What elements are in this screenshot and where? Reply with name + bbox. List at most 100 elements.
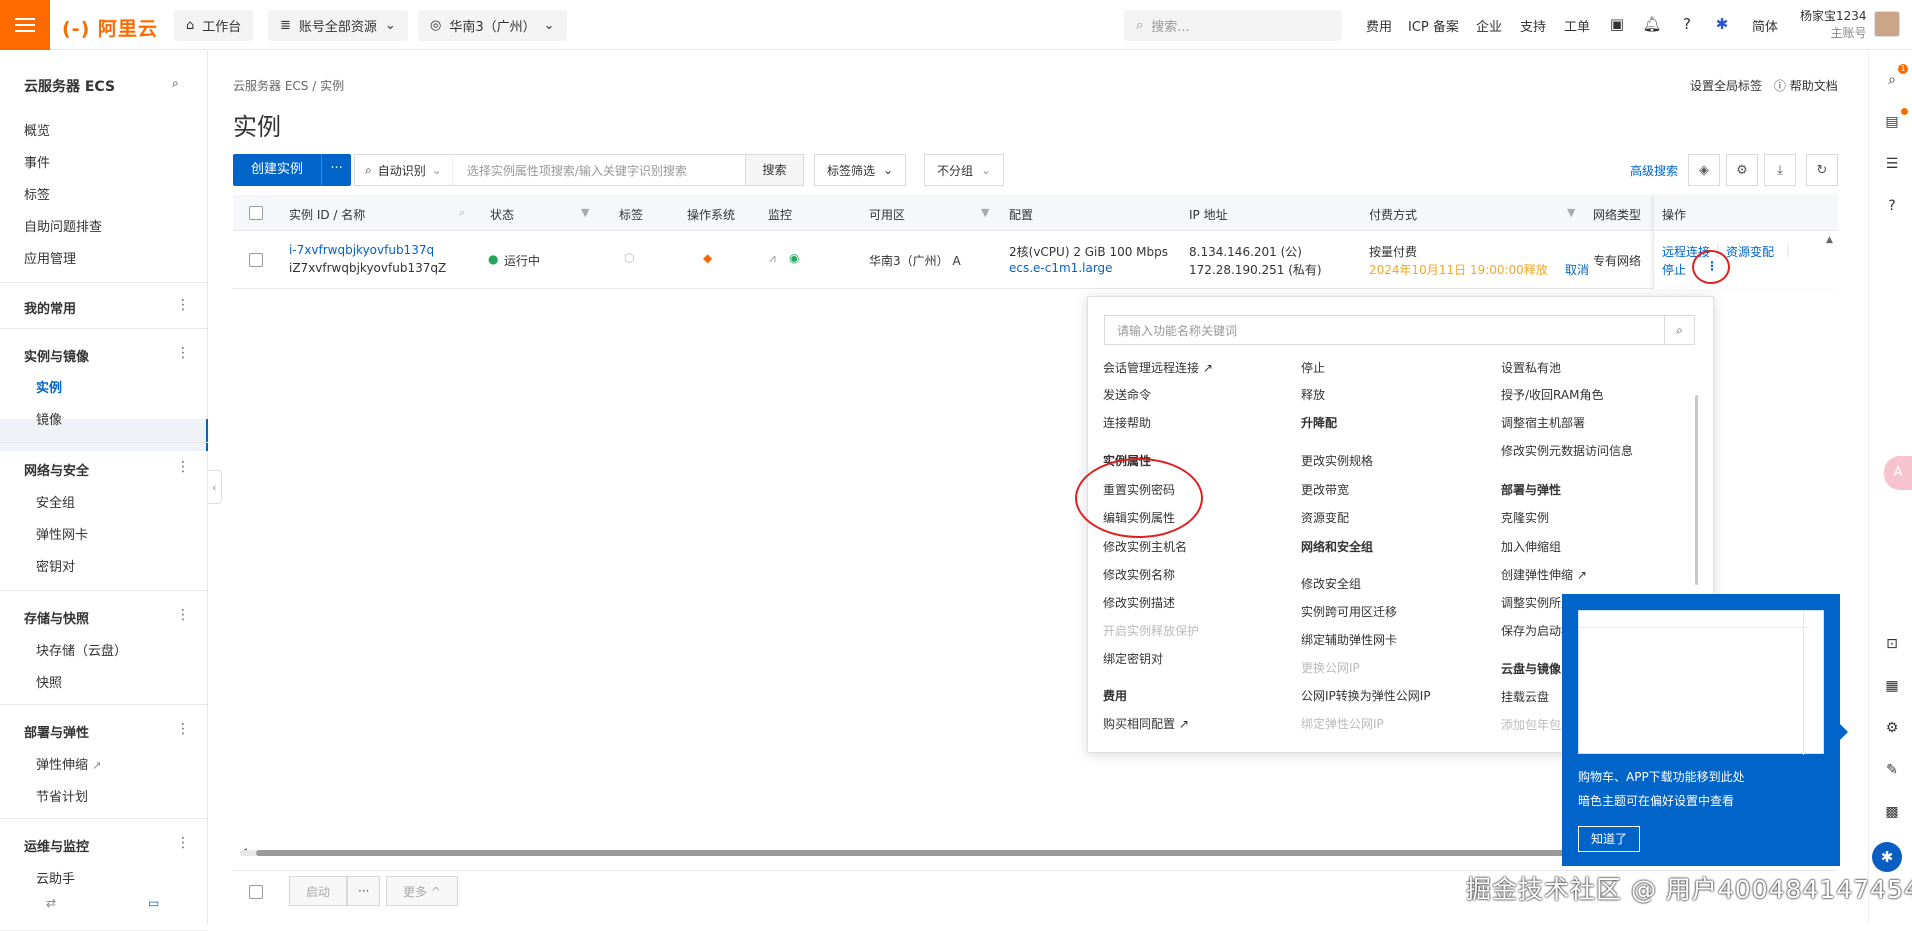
menu-item[interactable]: 释放 <box>1301 386 1325 403</box>
menu-item[interactable]: 资源变配 <box>1301 509 1349 526</box>
sidebar-group-ops[interactable]: 运维与监控 <box>24 836 89 855</box>
document-icon[interactable]: ☰ <box>1882 154 1902 174</box>
sidebar-item-cloud-assistant[interactable]: 云助手 <box>36 868 75 887</box>
sidebar-item-disk[interactable]: 块存储（云盘） <box>36 640 127 659</box>
resources-dropdown[interactable]: ≣ 账号全部资源 ⌄ <box>268 10 408 41</box>
menu-item[interactable]: 修改安全组 <box>1301 575 1361 592</box>
user-info[interactable]: 杨家宝1234 主账号 <box>1800 8 1867 42</box>
more-icon[interactable]: ⋮ <box>176 836 190 850</box>
help-icon[interactable]: ? <box>1677 14 1697 34</box>
assistant-icon[interactable]: ✱ <box>1712 14 1732 34</box>
aliyun-logo[interactable]: (-) 阿里云 <box>62 14 158 41</box>
cancel-release-link[interactable]: 取消 <box>1565 261 1589 278</box>
sidebar-item-tags[interactable]: 标签 <box>24 184 50 203</box>
sidebar-group-network[interactable]: 网络与安全 <box>24 460 89 479</box>
select-all-checkbox[interactable] <box>249 206 263 220</box>
sidebar-item-security-group[interactable]: 安全组 <box>36 492 75 511</box>
link-billing[interactable]: 费用 <box>1366 16 1392 35</box>
public-ip[interactable]: 8.134.146.201 (公) <box>1189 243 1302 260</box>
sidebar-collapse-button[interactable]: ‹ <box>208 470 222 504</box>
cart-icon[interactable]: ⊡ <box>1882 634 1902 654</box>
sidebar-item-events[interactable]: 事件 <box>24 152 50 171</box>
sidebar-item-overview[interactable]: 概览 <box>24 120 50 139</box>
sidebar-item-troubleshoot[interactable]: 自助问题排查 <box>24 216 102 235</box>
select-all-checkbox-bottom[interactable] <box>249 885 263 899</box>
help-icon[interactable]: ? <box>1882 196 1902 216</box>
bell-icon[interactable]: 🔔︎ <box>1642 14 1662 34</box>
sidebar-group-storage[interactable]: 存储与快照 <box>24 608 89 627</box>
sidebar-group-deploy[interactable]: 部署与弹性 <box>24 722 89 741</box>
refresh-icon[interactable]: ↻ <box>1806 154 1838 186</box>
menu-item[interactable]: 连接帮助 <box>1103 414 1151 431</box>
search-icon[interactable]: ⌕ <box>1664 316 1694 344</box>
grid-icon[interactable]: ▩ <box>1882 802 1902 822</box>
link-enterprise[interactable]: 企业 <box>1476 16 1502 35</box>
global-search-input[interactable]: ⌕ 搜索... <box>1124 10 1342 41</box>
filter-icon[interactable]: ▼ <box>1567 206 1575 219</box>
more-button[interactable]: 更多 ^ <box>386 876 458 906</box>
menu-icon[interactable] <box>0 0 50 50</box>
menu-item[interactable]: 实例跨可用区迁移 <box>1301 603 1397 620</box>
more-icon[interactable]: ⋮ <box>176 460 190 474</box>
start-button[interactable]: 启动 <box>289 876 348 906</box>
sidebar-group-favorites[interactable]: 我的常用 <box>24 298 76 317</box>
menu-item[interactable]: 挂载云盘 <box>1501 688 1549 705</box>
menu-item[interactable]: 公网IP转换为弹性公网IP <box>1301 687 1431 704</box>
menu-item[interactable]: 修改实例元数据访问信息 <box>1501 442 1633 459</box>
more-dots-button[interactable]: ··· <box>347 876 381 906</box>
link-support[interactable]: 支持 <box>1520 16 1546 35</box>
sidebar-item-savings-plan[interactable]: 节省计划 <box>36 786 88 805</box>
terminal-icon[interactable]: ▣ <box>1607 14 1627 34</box>
avatar[interactable] <box>1874 11 1900 37</box>
instance-id-link[interactable]: i-7xvfrwqbjkyovfub137q <box>289 243 434 257</box>
advanced-search-link[interactable]: 高级搜索 <box>1630 162 1678 179</box>
menu-item[interactable]: 绑定辅助弹性网卡 <box>1301 631 1397 648</box>
filter-icon[interactable]: ▼ <box>981 206 989 219</box>
private-ip[interactable]: 172.28.190.251 (私有) <box>1189 261 1322 278</box>
stop-link[interactable]: 停止 <box>1662 261 1686 278</box>
language-switch[interactable]: 简体 <box>1752 16 1778 35</box>
translate-icon[interactable]: A <box>1884 456 1912 490</box>
menu-item[interactable]: 克隆实例 <box>1501 509 1549 526</box>
chart-icon[interactable]: ⩘ <box>769 251 776 266</box>
create-instance-button[interactable]: 创建实例 <box>233 154 321 186</box>
menu-item[interactable]: 发送命令 <box>1103 386 1151 403</box>
menu-item[interactable]: 修改实例名称 <box>1103 566 1175 583</box>
menu-item[interactable]: 修改实例描述 <box>1103 594 1175 611</box>
create-more-button[interactable]: ··· <box>321 154 351 186</box>
layout-icon[interactable]: ▭ <box>148 896 159 910</box>
app-icon[interactable]: ▦ <box>1882 676 1902 696</box>
menu-item[interactable]: 加入伸缩组 <box>1501 538 1561 555</box>
link-ticket[interactable]: 工单 <box>1564 16 1590 35</box>
filter-icon[interactable]: ▼ <box>581 206 589 219</box>
instance-type-link[interactable]: ecs.e-c1m1.large <box>1009 261 1113 275</box>
link-icp[interactable]: ICP 备案 <box>1408 16 1459 35</box>
sidebar-item-keypair[interactable]: 密钥对 <box>36 556 75 575</box>
book-icon[interactable]: ▤ <box>1882 112 1902 132</box>
download-icon[interactable]: ⤓ <box>1764 154 1796 186</box>
tag-filter-dropdown[interactable]: 标签筛选 ⌄ <box>814 154 907 186</box>
global-tag-link[interactable]: 设置全局标签 <box>1690 79 1762 93</box>
menu-scrollbar[interactable] <box>1695 395 1698 585</box>
menu-item[interactable]: 设置私有池 <box>1501 359 1561 376</box>
menu-item[interactable]: 授予/收回RAM角色 <box>1501 386 1603 403</box>
menu-item[interactable]: 更改带宽 <box>1301 481 1349 498</box>
gear-icon[interactable]: ⚙ <box>1882 718 1902 738</box>
shield-icon[interactable]: ◉ <box>789 251 799 265</box>
resource-change-link[interactable]: 资源变配 <box>1726 243 1774 260</box>
help-doc-link[interactable]: 帮助文档 <box>1790 79 1838 93</box>
sidebar-item-autoscaling[interactable]: 弹性伸缩 ↗ <box>36 754 101 773</box>
scroll-up-icon[interactable]: ▲ <box>1826 235 1833 245</box>
sidebar-item-snapshot[interactable]: 快照 <box>36 672 62 691</box>
gear-icon[interactable]: ⚙ <box>1726 154 1758 186</box>
more-icon[interactable]: ⋮ <box>176 298 190 312</box>
menu-item[interactable]: 创建弹性伸缩 ↗ <box>1501 566 1587 583</box>
sidebar-item-instances[interactable]: 实例 <box>36 377 62 396</box>
more-icon[interactable]: ⋮ <box>176 722 190 736</box>
menu-item[interactable]: 绑定密钥对 <box>1103 650 1163 667</box>
search-button[interactable]: 搜索 <box>745 155 803 185</box>
menu-item[interactable]: 调整宿主机部署 <box>1501 414 1585 431</box>
edit-icon[interactable]: ✎ <box>1882 760 1902 780</box>
sidebar-item-apps[interactable]: 应用管理 <box>24 248 76 267</box>
sidebar-group-instances[interactable]: 实例与镜像 <box>24 346 89 365</box>
